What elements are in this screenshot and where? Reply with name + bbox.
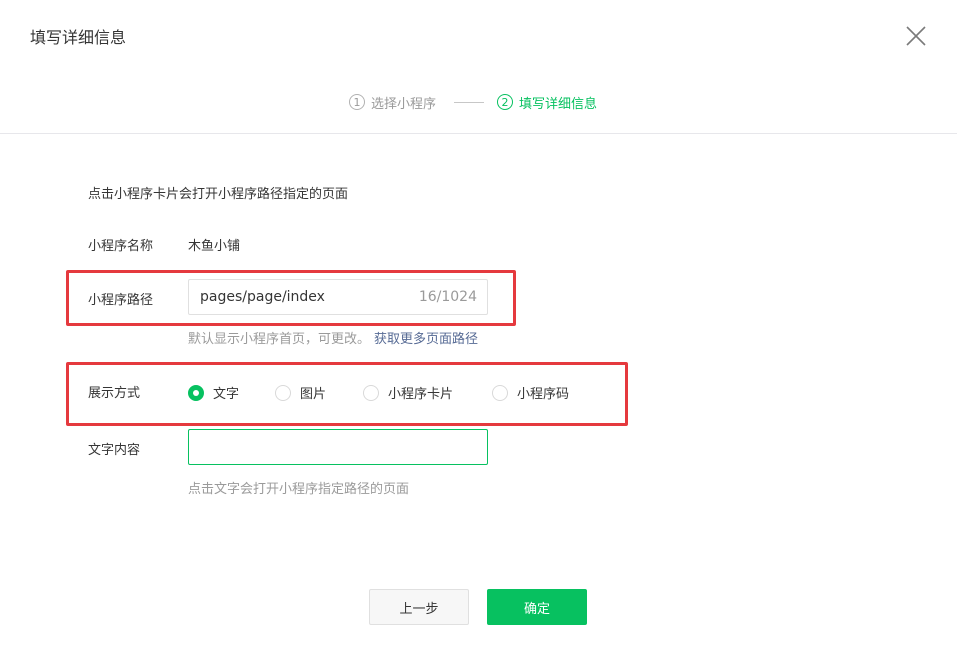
name-value: 木鱼小铺 [188,239,241,254]
step-1: 1 选择小程序 [349,92,436,112]
path-char-count: 16/1024 [418,289,477,305]
path-tip-text: 默认显示小程序首页，可更改。 [188,332,371,347]
header-divider [0,133,957,134]
radio-unchecked-icon [275,384,291,401]
radio-image-label: 图片 [300,387,327,402]
display-label: 展示方式 [88,386,141,401]
text-content-label: 文字内容 [88,443,141,458]
step-1-number: 1 [349,94,365,110]
radio-text[interactable]: 文字 [188,383,239,402]
radio-code-label: 小程序码 [517,387,570,402]
dialog-title: 填写详细信息 [30,28,127,47]
path-input[interactable]: pages/page/index 16/1024 [188,279,488,315]
more-paths-link[interactable]: 获取更多页面路径 [374,332,478,347]
step-1-label: 选择小程序 [371,96,437,112]
text-content-tip: 点击文字会打开小程序指定路径的页面 [188,482,410,497]
step-2-label: 填写详细信息 [519,96,598,112]
radio-unchecked-icon [363,384,379,401]
step-2: 2 填写详细信息 [497,92,597,112]
confirm-button[interactable]: 确定 [487,589,587,625]
prev-button[interactable]: 上一步 [369,589,469,625]
path-label: 小程序路径 [88,293,154,308]
path-tip: 默认显示小程序首页，可更改。 获取更多页面路径 [188,328,478,347]
step-indicator: 1 选择小程序 2 填写详细信息 [0,92,957,112]
radio-checked-icon [188,384,204,401]
form-description: 点击小程序卡片会打开小程序路径指定的页面 [88,187,349,202]
radio-card-label: 小程序卡片 [388,387,454,402]
radio-card[interactable]: 小程序卡片 [363,383,453,402]
radio-unchecked-icon [492,384,508,401]
step-2-number: 2 [497,94,513,110]
path-input-value[interactable]: pages/page/index [200,289,419,305]
radio-text-label: 文字 [213,387,240,402]
step-divider [454,102,484,103]
name-label: 小程序名称 [88,239,154,254]
radio-code[interactable]: 小程序码 [492,383,569,402]
close-icon[interactable] [904,24,928,48]
text-content-input[interactable] [188,429,488,465]
radio-image[interactable]: 图片 [275,383,326,402]
